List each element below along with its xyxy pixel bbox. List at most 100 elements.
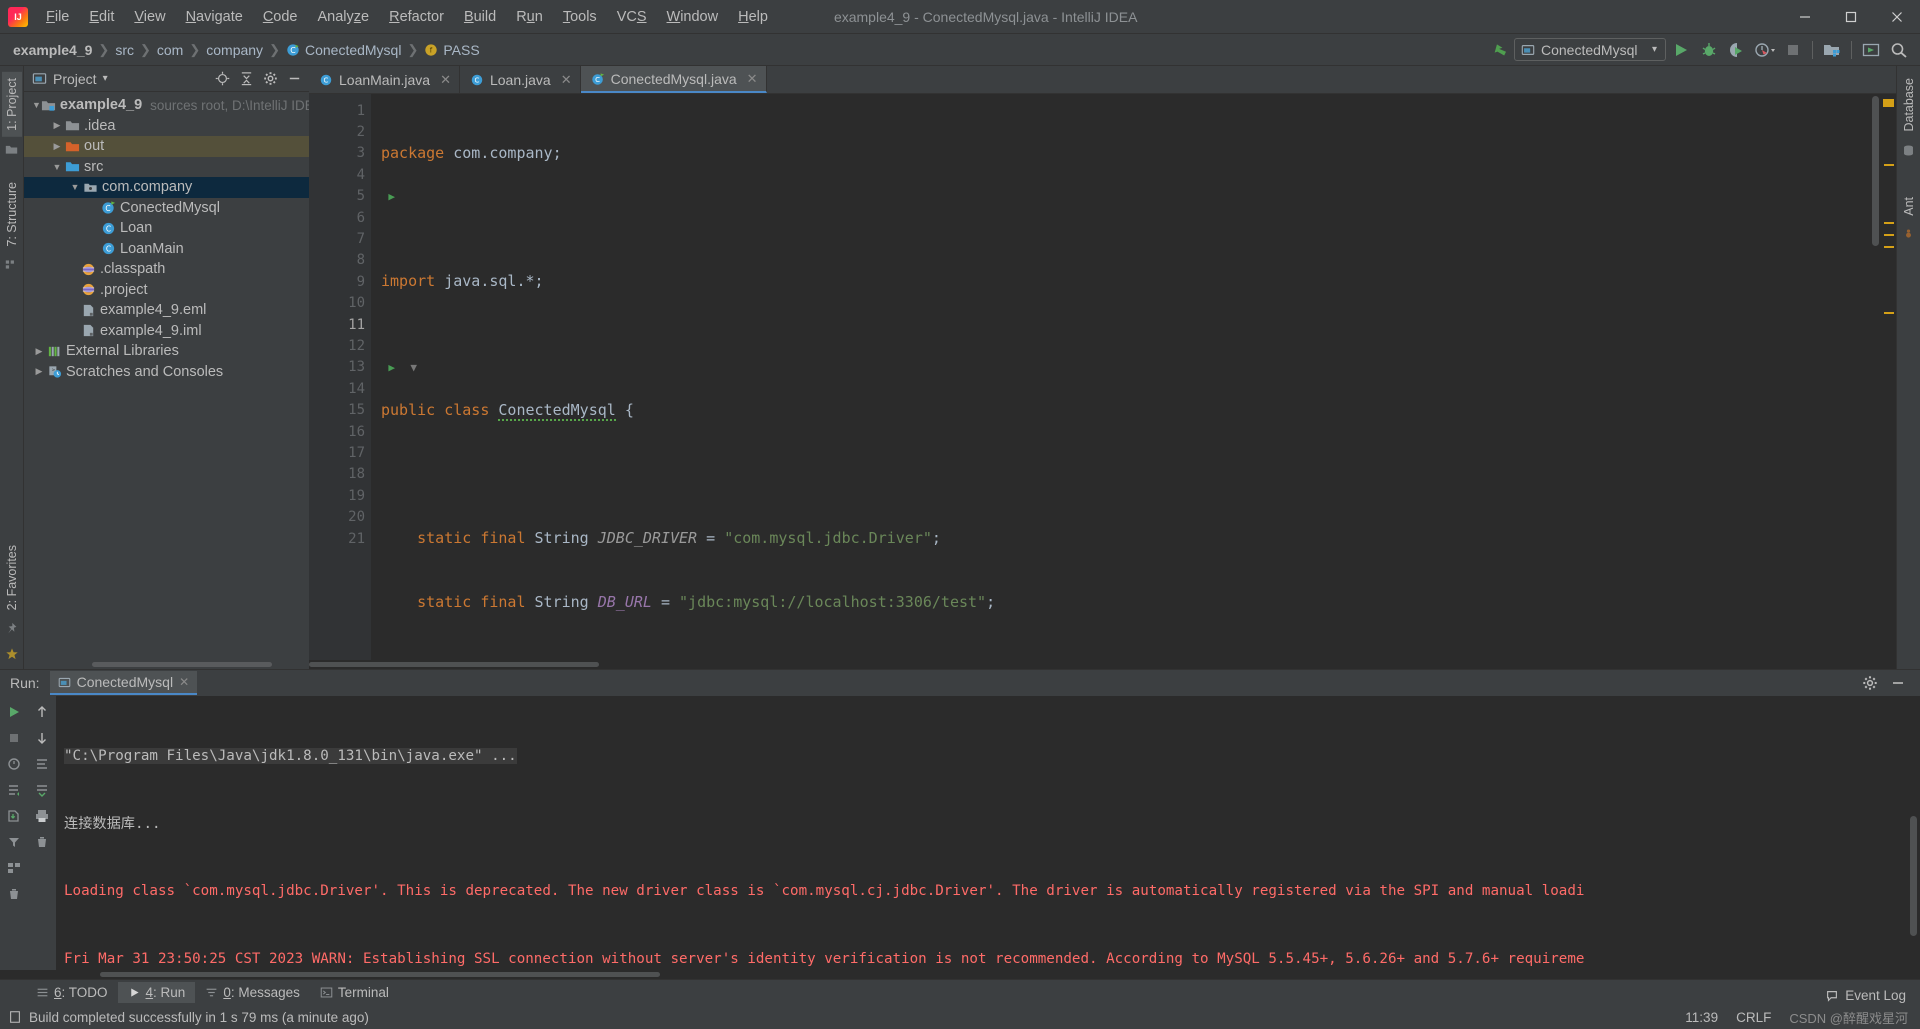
dump-threads-icon[interactable]: [2, 752, 26, 776]
error-stripe-warning[interactable]: [1883, 99, 1894, 107]
tree-row-example4_9[interactable]: ▼ example4_9 sources root, D:\IntelliJ I…: [24, 95, 309, 116]
chevron-right-icon[interactable]: ▶: [32, 366, 46, 377]
project-structure-button[interactable]: [1819, 37, 1845, 63]
tab-loan-java[interactable]: C Loan.java ✕: [459, 66, 581, 93]
tree-row-eml[interactable]: example4_9.eml: [24, 300, 309, 321]
chevron-down-icon[interactable]: ▼: [50, 162, 64, 172]
editor-marker-strip[interactable]: [1882, 94, 1896, 660]
search-everywhere-button[interactable]: [1886, 37, 1912, 63]
project-tree[interactable]: ▼ example4_9 sources root, D:\IntelliJ I…: [24, 92, 309, 660]
scrollbar-thumb[interactable]: [1872, 96, 1879, 246]
toolwindow-terminal[interactable]: Terminal: [310, 982, 399, 1003]
down-arrow-icon[interactable]: [30, 726, 54, 750]
project-horizontal-scrollbar[interactable]: [24, 660, 309, 669]
chevron-down-icon[interactable]: ▾: [1652, 44, 1657, 55]
error-stripe-mark[interactable]: [1884, 164, 1894, 166]
tree-row-iml[interactable]: example4_9.iml: [24, 321, 309, 342]
layout-icon[interactable]: [2, 856, 26, 880]
breadcrumb-company[interactable]: company: [201, 40, 268, 60]
sidebar-tab-favorites[interactable]: 2: Favorites: [2, 539, 22, 616]
sidebar-tab-database[interactable]: Database: [1899, 72, 1919, 138]
chevron-down-icon[interactable]: ▼: [68, 182, 82, 192]
up-arrow-icon[interactable]: [30, 700, 54, 724]
menu-help[interactable]: Help: [728, 5, 778, 29]
tab-conectedmysql-java[interactable]: C ConectedMysql.java ✕: [580, 66, 767, 93]
menu-run[interactable]: Run: [506, 5, 553, 29]
trash-icon[interactable]: [2, 882, 26, 906]
profiler-button[interactable]: [1752, 37, 1778, 63]
rerun-icon[interactable]: [2, 700, 26, 724]
toolwindow-messages[interactable]: 0: Messages: [195, 982, 310, 1003]
close-icon[interactable]: ✕: [440, 72, 451, 88]
code-editor[interactable]: 1 2 3 4 5 ▶ 6 7 8 9 10 11 12 13 ▶ ▼ 14 15 1…: [309, 94, 1896, 660]
scrollbar-thumb[interactable]: [100, 972, 660, 977]
vcs-update-arrow-icon[interactable]: [1486, 37, 1512, 63]
breadcrumb-class[interactable]: C ConectedMysql: [281, 40, 407, 60]
menu-edit[interactable]: Edit: [79, 5, 124, 29]
close-button[interactable]: [1874, 0, 1920, 34]
tree-row-loan[interactable]: C Loan: [24, 218, 309, 239]
tree-row-conectedmysql[interactable]: C ConectedMysql: [24, 198, 309, 219]
menu-code[interactable]: Code: [253, 5, 308, 29]
menu-vcs[interactable]: VCS: [607, 5, 657, 29]
chevron-right-icon[interactable]: ▶: [50, 141, 64, 152]
menu-navigate[interactable]: Navigate: [176, 5, 253, 29]
locate-icon[interactable]: [211, 68, 233, 90]
run-with-coverage-button[interactable]: [1724, 37, 1750, 63]
menu-window[interactable]: Window: [657, 5, 729, 29]
sidebar-tab-structure[interactable]: 7: Structure: [2, 176, 22, 253]
menu-tools[interactable]: Tools: [553, 5, 607, 29]
menu-file[interactable]: File: [36, 5, 79, 29]
error-stripe-mark[interactable]: [1884, 312, 1894, 314]
close-icon[interactable]: ✕: [561, 72, 572, 88]
line-separator-status[interactable]: CRLF: [1736, 1010, 1771, 1025]
menu-analyze[interactable]: Analyze: [308, 5, 380, 29]
export-icon[interactable]: [2, 804, 26, 828]
scrollbar-thumb[interactable]: [92, 662, 272, 667]
error-stripe-mark[interactable]: [1884, 222, 1894, 224]
minimize-button[interactable]: [1782, 0, 1828, 34]
console-output[interactable]: "C:\Program Files\Java\jdk1.8.0_131\bin\…: [56, 696, 1907, 970]
hide-icon[interactable]: [1886, 671, 1910, 695]
chevron-down-icon[interactable]: ▼: [32, 100, 41, 110]
gear-icon[interactable]: [1858, 671, 1882, 695]
chevron-right-icon[interactable]: ▶: [50, 120, 64, 131]
sidebar-tab-ant[interactable]: Ant: [1899, 191, 1919, 222]
tree-row-classpath[interactable]: .classpath: [24, 259, 309, 280]
scroll-to-end-icon[interactable]: [30, 778, 54, 802]
scrollbar-thumb[interactable]: [309, 662, 599, 667]
menu-refactor[interactable]: Refactor: [379, 5, 454, 29]
editor-horizontal-scrollbar[interactable]: [309, 660, 1896, 669]
run-configuration-selector[interactable]: ConectedMysql ▾: [1514, 38, 1666, 61]
debug-button[interactable]: [1696, 37, 1722, 63]
editor-vertical-scrollbar[interactable]: [1869, 94, 1882, 660]
soft-wrap-icon[interactable]: [30, 752, 54, 776]
hide-icon[interactable]: [283, 68, 305, 90]
breadcrumb-project[interactable]: example4_9: [8, 40, 97, 60]
chevron-right-icon[interactable]: ▶: [32, 346, 46, 357]
breadcrumb-com[interactable]: com: [152, 40, 188, 60]
breadcrumb-src[interactable]: src: [110, 40, 139, 60]
run-button[interactable]: [1668, 37, 1694, 63]
stop-icon[interactable]: [2, 726, 26, 750]
update-project-button[interactable]: [1858, 37, 1884, 63]
tree-row-external-libraries[interactable]: ▶ External Libraries: [24, 341, 309, 362]
close-icon[interactable]: ✕: [179, 675, 189, 689]
error-stripe-mark[interactable]: [1884, 246, 1894, 248]
restore-layout-icon[interactable]: [2, 778, 26, 802]
toolwindow-run[interactable]: 4: Run: [117, 982, 196, 1003]
collapse-all-icon[interactable]: [235, 68, 257, 90]
gear-icon[interactable]: [259, 68, 281, 90]
console-vertical-scrollbar[interactable]: [1907, 696, 1920, 970]
tree-row-loanmain[interactable]: C LoanMain: [24, 239, 309, 260]
console-horizontal-scrollbar[interactable]: [0, 970, 1920, 979]
maximize-button[interactable]: [1828, 0, 1874, 34]
tree-row-com-company[interactable]: ▼ com.company: [24, 177, 309, 198]
chevron-down-icon[interactable]: ▾: [103, 73, 108, 84]
trash-icon[interactable]: [30, 830, 54, 854]
stop-button[interactable]: [1780, 37, 1806, 63]
run-tab-conectedmysql[interactable]: ConectedMysql ✕: [49, 671, 198, 695]
menu-view[interactable]: View: [124, 5, 175, 29]
tree-row-scratches[interactable]: ▶ > Scratches and Consoles: [24, 362, 309, 383]
breadcrumb-field[interactable]: f PASS: [419, 40, 484, 60]
